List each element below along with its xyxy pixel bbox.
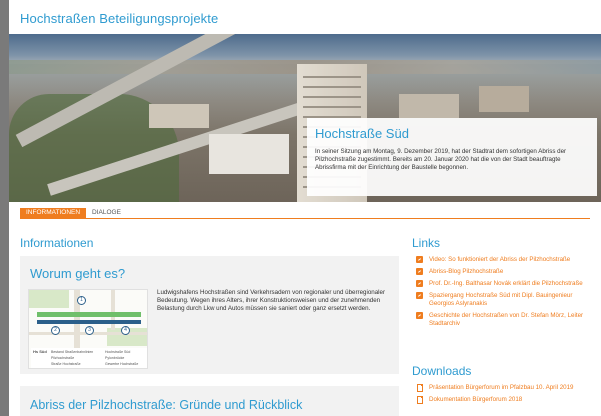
card-title-worum[interactable]: Worum geht es? <box>30 266 125 281</box>
hero-heading: Hochstraße Süd <box>315 126 409 141</box>
external-link-icon <box>416 268 423 275</box>
download-item[interactable]: Dokumentation Bürgerforum 2018 <box>416 396 596 404</box>
map-legend-item: Hochstraße Süd <box>105 350 131 354</box>
tab-informationen[interactable]: Informationen <box>20 208 87 218</box>
external-link-icon <box>416 292 423 299</box>
link-item[interactable]: Prof. Dr.-Ing. Balthasar Novák erklärt d… <box>416 280 596 288</box>
map-marker-1: 1 <box>77 296 86 305</box>
map-legend-item: Straße Hochstraße <box>51 362 81 366</box>
map-marker-4: 4 <box>121 326 130 335</box>
info-card-abriss: Abriss der Pilzhochstraße: Gründe und Rü… <box>20 386 399 416</box>
download-item[interactable]: Präsentation Bürgerforum im Pfalzbau 10.… <box>416 384 596 392</box>
links-list: Video: So funktioniert der Abriss der Pi… <box>416 256 596 332</box>
external-link-icon <box>416 280 423 287</box>
downloads-list: Präsentation Bürgerforum im Pfalzbau 10.… <box>416 384 596 408</box>
section-title-informationen: Informationen <box>20 236 94 250</box>
left-edge-bar <box>0 0 9 416</box>
hero-info-card: Hochstraße Süd In seiner Sitzung am Mont… <box>307 118 597 196</box>
document-icon <box>417 396 423 404</box>
link-item[interactable]: Abriss-Blog Pilzhochstraße <box>416 268 596 276</box>
link-item[interactable]: Video: So funktioniert der Abriss der Pi… <box>416 256 596 264</box>
map-caption: Hs Süd <box>33 349 47 354</box>
map-legend-item: Pylonbrücke <box>105 356 125 360</box>
project-map[interactable]: 1 2 3 4 Hs Süd Bestand Straßenbahnlinien… <box>28 289 148 369</box>
site-title[interactable]: Hochstraßen Beteiligungsprojekte <box>20 11 218 26</box>
external-link-icon <box>416 256 423 263</box>
document-icon <box>417 384 423 392</box>
map-legend-item: Gewerbe Hochstraße <box>105 362 139 366</box>
map-legend-item: Pilzhochstraße <box>51 356 75 360</box>
tab-bar: Informationen Dialoge <box>20 208 127 218</box>
hero-text: In seiner Sitzung am Montag, 9. Dezember… <box>315 148 567 171</box>
map-legend-item: Bestand Straßenbahnlinien <box>51 350 94 354</box>
section-title-downloads: Downloads <box>412 364 472 378</box>
link-item[interactable]: Geschichte der Hochstraßen von Dr. Stefa… <box>416 312 596 328</box>
info-card-worum: Worum geht es? 1 2 3 4 Hs Süd Bestand St… <box>20 256 399 374</box>
tab-underline <box>20 218 590 219</box>
external-link-icon <box>416 312 423 319</box>
map-marker-2: 2 <box>51 326 60 335</box>
tab-dialoge[interactable]: Dialoge <box>86 208 127 218</box>
map-marker-3: 3 <box>85 326 94 335</box>
link-item[interactable]: Spaziergang Hochstraße Süd mit Dipl. Bau… <box>416 292 596 308</box>
section-title-links: Links <box>412 236 441 250</box>
card-text-worum: Ludwigshafens Hochstraßen sind Verkehrsa… <box>157 289 386 312</box>
map-legend: Hs Süd Bestand Straßenbahnlinien Pilzhoc… <box>31 348 147 368</box>
card-title-abriss[interactable]: Abriss der Pilzhochstraße: Gründe und Rü… <box>30 398 302 412</box>
